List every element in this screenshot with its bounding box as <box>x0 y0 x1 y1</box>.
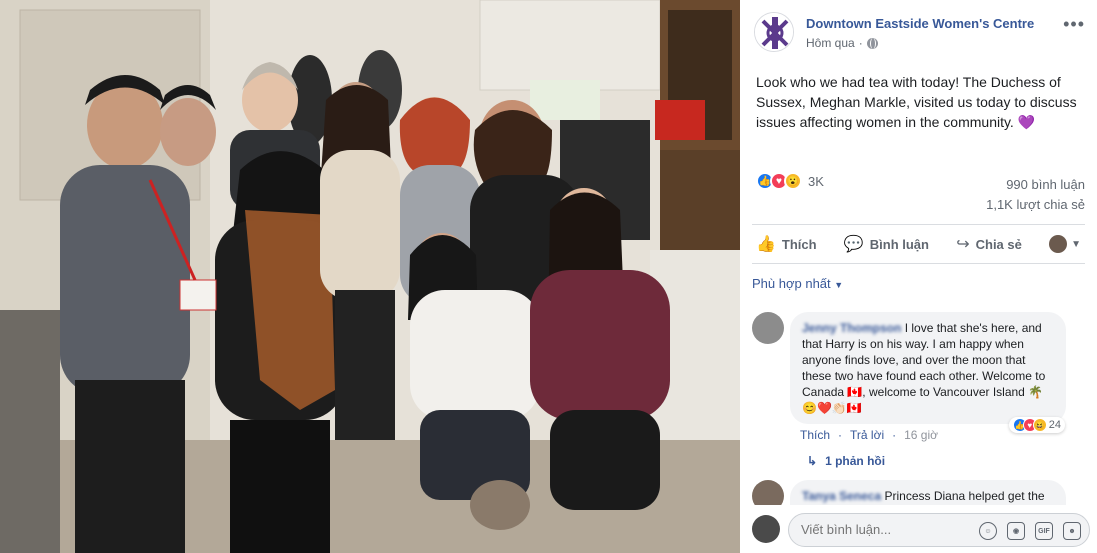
comment-reaction-count: 24 <box>1048 419 1061 431</box>
reaction-summary[interactable]: 👍 ♥ 😮 3K <box>756 172 824 190</box>
emoji-icon[interactable]: ☺ <box>979 522 997 540</box>
share-label: Chia sẻ <box>975 236 1022 252</box>
identity-selector[interactable]: ▼ <box>1049 235 1081 253</box>
page-name-link[interactable]: Downtown Eastside Women's Centre <box>806 16 1034 31</box>
page-avatar[interactable] <box>754 12 794 52</box>
comment-reactions[interactable]: 👍 ♥ 😆 24 <box>1008 417 1065 433</box>
composer-icons: ☺ ◉ GIF ☻ <box>979 522 1081 540</box>
comment-input[interactable] <box>801 522 951 537</box>
like-label: Thích <box>781 236 817 252</box>
replies-count: 1 phản hồi <box>825 454 886 468</box>
purple-heart-emoji: 💜 <box>1017 114 1036 130</box>
commenter-name[interactable]: Tanya Seneca <box>802 489 881 503</box>
sort-label: Phù hợp nhất <box>752 276 831 291</box>
comment-button[interactable]: 💬 Bình luận <box>844 234 929 254</box>
comment-sort-dropdown[interactable]: Phù hợp nhất ▼ <box>752 276 843 291</box>
commenter-name[interactable]: Jenny Thompson <box>802 321 901 335</box>
chevron-down-icon: ▼ <box>1071 238 1081 250</box>
post-header: Downtown Eastside Women's Centre Hôm qua… <box>754 12 1085 56</box>
thumbs-up-icon: 👍 <box>756 236 776 253</box>
current-user-avatar <box>752 515 780 543</box>
globe-icon[interactable] <box>866 37 878 49</box>
engagement-counts: 990 bình luận 1,1K lượt chia sẻ <box>986 175 1085 215</box>
sticker-icon[interactable]: ☻ <box>1063 522 1081 540</box>
post-timestamp[interactable]: Hôm qua <box>806 36 855 50</box>
separator: · <box>858 36 863 50</box>
comment-text: I love that she's here, and that Harry i… <box>802 321 1046 415</box>
dot: · <box>838 428 843 442</box>
comment-composer: ☺ ◉ GIF ☻ <box>740 505 1097 553</box>
more-options-button[interactable]: ••• <box>1063 14 1085 35</box>
post-photo[interactable] <box>0 0 740 553</box>
share-count-link[interactable]: 1,1K lượt chia sẻ <box>986 195 1085 215</box>
speech-bubble-icon: 💬 <box>843 236 864 253</box>
share-arrow-icon: ↪ <box>956 236 970 253</box>
comment-label: Bình luận <box>869 236 929 252</box>
group-photo <box>0 0 740 553</box>
reply-arrow-icon: ↳ <box>807 454 818 468</box>
comment-count-link[interactable]: 990 bình luận <box>986 175 1085 195</box>
comment-item: Jenny Thompson I love that she's here, a… <box>752 312 1087 472</box>
gif-icon[interactable]: GIF <box>1035 522 1053 540</box>
commenter-avatar[interactable] <box>752 312 784 344</box>
comment-reply-link[interactable]: Trả lời <box>850 428 884 442</box>
comment-actions: Thích · Trả lời · 16 giờ <box>800 428 938 442</box>
view-replies-link[interactable]: ↳ 1 phản hồi <box>807 454 885 468</box>
comment-bubble: Jenny Thompson I love that she's here, a… <box>790 312 1066 424</box>
caret-down-icon: ▼ <box>834 280 844 290</box>
comment-input-box[interactable]: ☺ ◉ GIF ☻ <box>788 513 1090 547</box>
camera-icon[interactable]: ◉ <box>1007 522 1025 540</box>
comment-time[interactable]: 16 giờ <box>904 428 938 442</box>
like-button[interactable]: 👍 Thích <box>756 234 817 254</box>
user-avatar <box>1049 235 1068 253</box>
comment-like-link[interactable]: Thích <box>800 428 830 442</box>
post-text: Look who we had tea with today! The Duch… <box>756 72 1088 132</box>
post-panel: Downtown Eastside Women's Centre Hôm qua… <box>740 0 1097 553</box>
facebook-photo-viewer: Downtown Eastside Women's Centre Hôm qua… <box>0 0 1097 553</box>
womens-centre-logo-icon <box>755 13 793 51</box>
post-action-bar: 👍 Thích 💬 Bình luận ↪ Chia sẻ ▼ <box>752 224 1085 264</box>
reaction-count[interactable]: 3K <box>808 174 824 189</box>
share-button[interactable]: ↪ Chia sẻ <box>956 234 1022 254</box>
post-meta: Hôm qua · <box>806 36 878 50</box>
dot: · <box>892 428 897 442</box>
wow-icon: 😮 <box>784 172 802 190</box>
haha-icon: 😆 <box>1032 418 1047 432</box>
